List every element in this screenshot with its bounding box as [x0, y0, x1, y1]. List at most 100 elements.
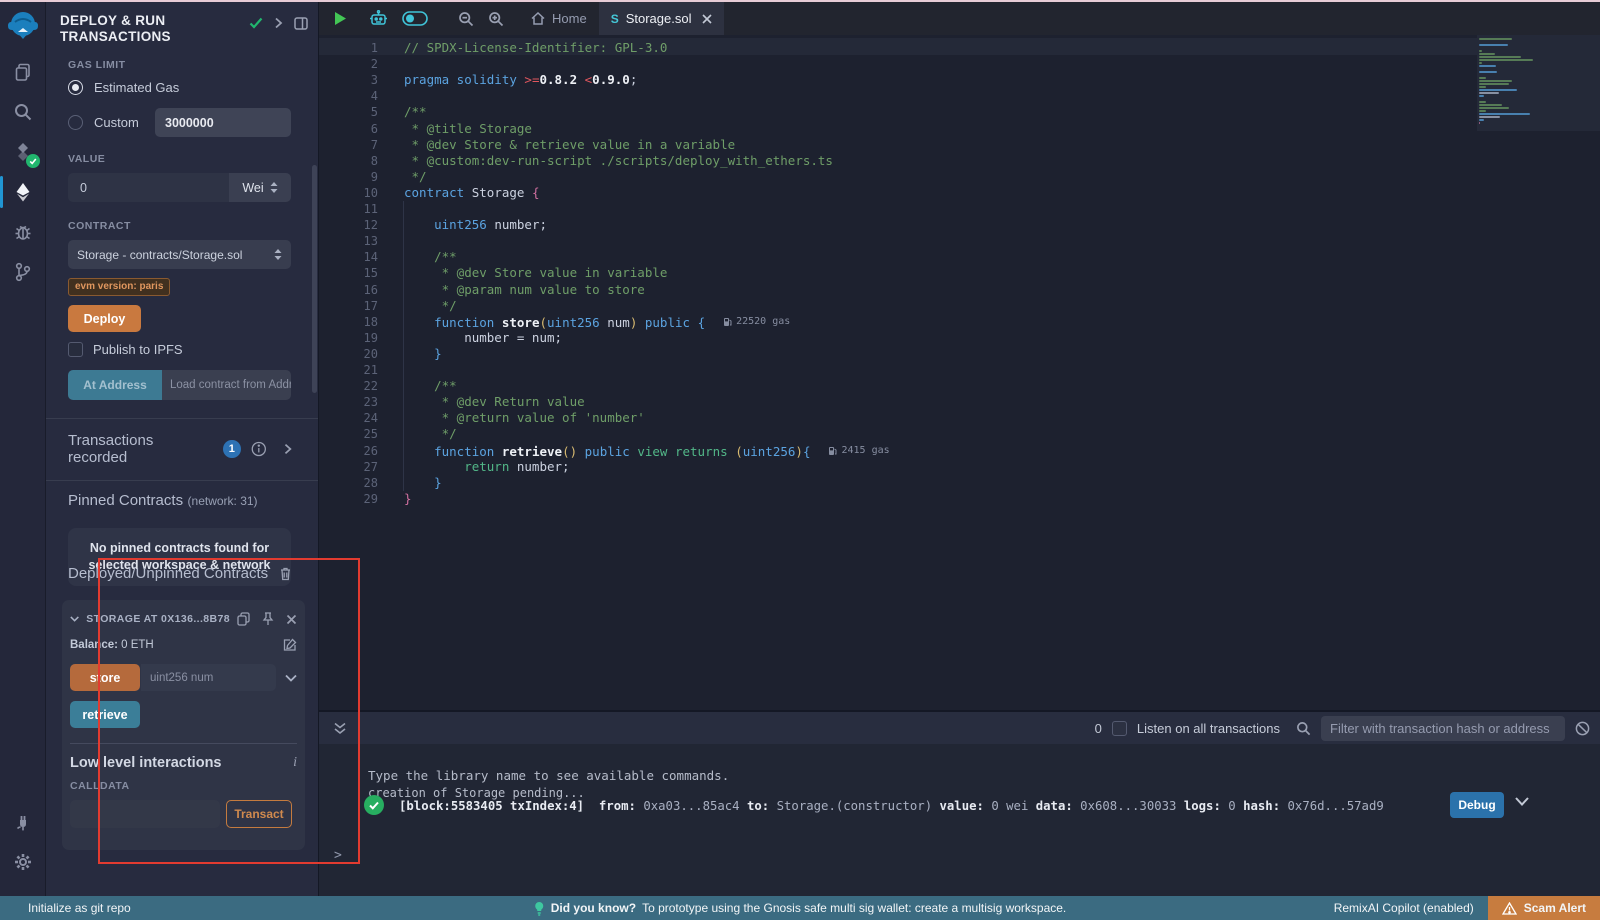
at-address-input[interactable]: Load contract from Addre	[162, 370, 291, 400]
listen-all-checkbox[interactable]	[1112, 721, 1127, 736]
info-circle-icon	[251, 441, 267, 457]
publish-ipfs-checkbox[interactable]	[68, 342, 83, 357]
solidity-file-icon: S	[611, 12, 619, 26]
custom-gas-input[interactable]: 3000000	[155, 108, 291, 137]
copy-icon[interactable]	[237, 612, 250, 626]
tab-storage-sol[interactable]: S Storage.sol	[599, 2, 725, 35]
line-number: 2	[319, 56, 378, 72]
compile-success-badge	[26, 154, 40, 168]
pin-panel-icon[interactable]	[294, 17, 308, 30]
line-number: 23	[319, 394, 378, 410]
gas-limit-label: GAS LIMIT	[68, 59, 292, 71]
remix-logo[interactable]	[5, 8, 41, 44]
expand-tx-icon[interactable]	[1515, 797, 1529, 806]
store-arg-input[interactable]: uint256 num	[141, 664, 276, 691]
zoom-out-button[interactable]	[451, 2, 481, 35]
zoom-in-icon	[488, 11, 504, 27]
updown-icon	[270, 182, 278, 193]
minimap-line	[1479, 116, 1500, 118]
minimap-line	[1479, 83, 1509, 85]
transactions-recorded-row[interactable]: Transactions recorded 1	[46, 432, 318, 466]
minimap-line	[1479, 122, 1480, 124]
copilot-toggle[interactable]	[395, 2, 435, 35]
evm-version-badge: evm version: paris	[68, 278, 170, 296]
minimap-line	[1479, 44, 1508, 46]
chevron-down-icon[interactable]	[70, 615, 79, 623]
terminal-tx-count: 0	[1095, 721, 1102, 736]
chevron-right-icon[interactable]	[284, 443, 292, 455]
close-tab-icon[interactable]	[702, 14, 712, 24]
code-line: /**	[404, 104, 427, 120]
sidebar-item-solidity-compiler[interactable]	[0, 132, 46, 172]
retrieve-button[interactable]: retrieve	[70, 701, 140, 728]
tab-home[interactable]: Home	[519, 2, 599, 35]
code-line: return number;	[404, 459, 570, 475]
zoom-in-button[interactable]	[481, 2, 511, 35]
code-line: function store(uint256 num) public {2252…	[404, 314, 790, 331]
code-editor[interactable]: 1234567891011121314151617181920212223242…	[319, 35, 1600, 710]
value-unit-select[interactable]: Wei	[229, 173, 291, 202]
panel-scrollbar[interactable]	[312, 165, 317, 393]
line-number: 26	[319, 443, 378, 459]
sidebar-item-settings[interactable]	[0, 842, 46, 882]
calldata-input[interactable]	[70, 800, 220, 828]
ai-assistant-button[interactable]	[362, 2, 395, 35]
copilot-status[interactable]: RemixAI Copilot (enabled)	[1334, 901, 1474, 915]
code-line: */	[404, 169, 427, 185]
scam-alert-button[interactable]: Scam Alert	[1488, 896, 1600, 920]
estimated-gas-label: Estimated Gas	[94, 80, 179, 95]
zoom-out-icon	[458, 11, 474, 27]
custom-gas-radio[interactable]	[68, 115, 83, 130]
line-number: 4	[319, 88, 378, 104]
bug-icon	[13, 222, 33, 242]
store-button[interactable]: store	[70, 664, 140, 691]
git-init-button[interactable]: Initialize as git repo	[0, 901, 131, 915]
sidebar-item-git[interactable]	[0, 252, 46, 292]
code-line: /**	[404, 378, 457, 394]
sidebar-item-deploy-run[interactable]	[0, 172, 46, 212]
minimap-line	[1479, 71, 1497, 73]
sidebar-item-file-explorer[interactable]	[0, 52, 46, 92]
trash-icon[interactable]	[279, 566, 292, 581]
terminal-output[interactable]: Type the library name to see available c…	[319, 744, 1600, 896]
sidebar-item-plugin-manager[interactable]	[0, 802, 46, 842]
value-input[interactable]: 0	[68, 173, 229, 202]
minimap-line	[1479, 89, 1517, 91]
editor-minimap[interactable]	[1477, 35, 1600, 710]
run-script-button[interactable]	[319, 2, 354, 35]
line-number: 27	[319, 459, 378, 475]
robot-icon	[369, 10, 388, 28]
collapse-terminal-icon[interactable]	[333, 722, 347, 735]
line-number: 1	[319, 40, 378, 56]
edit-balance-icon[interactable]	[283, 638, 297, 652]
estimated-gas-radio[interactable]	[68, 80, 83, 95]
sidebar-item-search[interactable]	[0, 92, 46, 132]
transaction-log-line[interactable]: [block:5583405 txIndex:4] from: 0xa03...…	[399, 799, 1384, 813]
pin-icon[interactable]	[262, 612, 274, 626]
minimap-line	[1479, 86, 1486, 88]
gas-pump-icon	[828, 446, 837, 456]
close-instance-icon[interactable]	[286, 614, 297, 625]
line-number: 5	[319, 104, 378, 120]
play-icon	[334, 11, 347, 26]
clear-console-icon[interactable]	[1575, 721, 1590, 736]
gear-icon	[13, 852, 33, 872]
value-label: VALUE	[68, 153, 292, 165]
expand-fn-icon[interactable]	[285, 674, 297, 682]
code-line: function retrieve() public view returns …	[404, 443, 890, 460]
terminal-prompt[interactable]: >	[334, 848, 342, 863]
sidebar-item-debugger[interactable]	[0, 212, 46, 252]
expand-panel-icon[interactable]	[274, 17, 283, 29]
line-number: 20	[319, 346, 378, 362]
transact-button[interactable]: Transact	[226, 800, 292, 828]
deploy-button[interactable]: Deploy	[68, 305, 141, 332]
at-address-button[interactable]: At Address	[68, 370, 162, 400]
deployed-contracts-title: Deployed/Unpinned Contracts	[68, 565, 268, 582]
contract-select[interactable]: Storage - contracts/Storage.sol	[68, 240, 291, 269]
debug-button[interactable]: Debug	[1450, 792, 1504, 818]
terminal-header: 0 Listen on all transactions Filter with…	[319, 712, 1600, 744]
line-number: 25	[319, 426, 378, 442]
line-number: 16	[319, 282, 378, 298]
terminal-filter-input[interactable]: Filter with transaction hash or address	[1321, 716, 1565, 741]
minimap-line	[1479, 38, 1512, 40]
